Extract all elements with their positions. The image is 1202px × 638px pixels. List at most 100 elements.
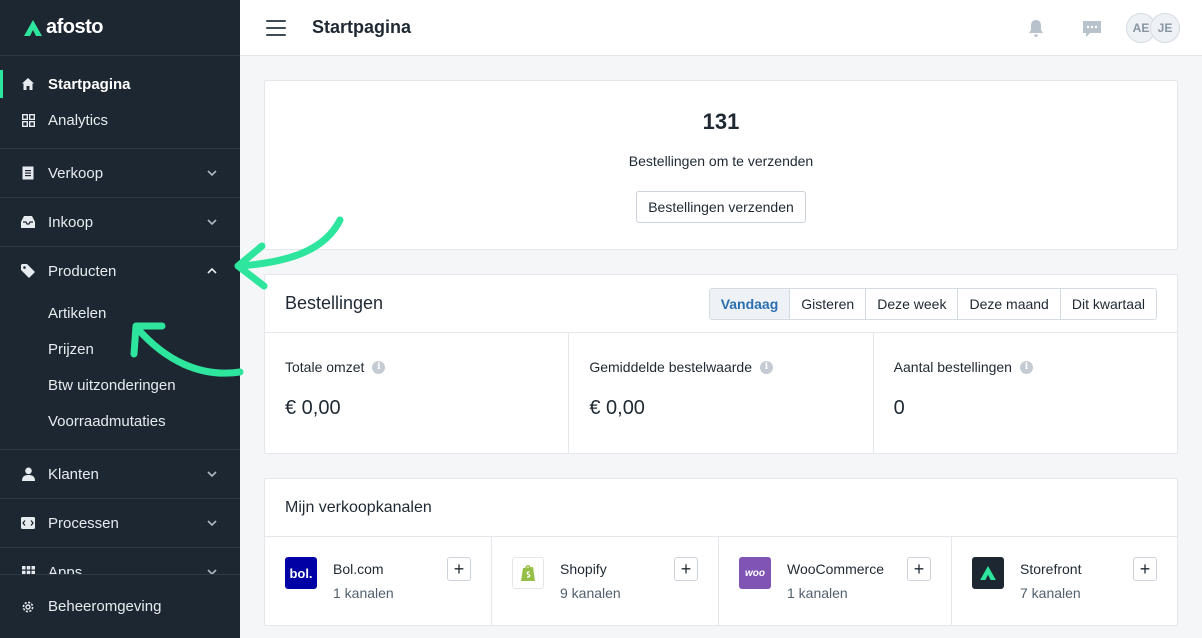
add-channel-button[interactable]: +: [907, 557, 931, 581]
stat-order-count: Aantal bestellingen i 0: [872, 333, 1177, 453]
sidebar-subitem-artikelen[interactable]: Artikelen: [0, 295, 240, 331]
stat-label: Aantal bestellingen: [893, 359, 1012, 375]
brand-name: afosto: [46, 16, 104, 38]
stat-label-row: Aantal bestellingen i: [894, 359, 1157, 375]
add-channel-button[interactable]: +: [447, 557, 471, 581]
stat-value: € 0,00: [589, 397, 645, 419]
sidebar-item-klanten[interactable]: Klanten: [0, 450, 240, 498]
sidebar-item-label: Processen: [48, 514, 119, 532]
sidebar-subitem-voorraadmutaties[interactable]: Voorraadmutaties: [0, 403, 240, 439]
channel-name: Storefront: [1020, 561, 1082, 577]
inbox-icon: [20, 214, 36, 230]
user-icon: [20, 466, 36, 482]
nav-group-verkoop: Verkoop: [0, 149, 240, 198]
sidebar: afosto Startpagina Analytics Verkoop Ink…: [0, 0, 240, 638]
channel-bol[interactable]: bol. Bol.com 1 kanalen +: [265, 537, 491, 625]
orders-card-header: Bestellingen Vandaag Gisteren Deze week …: [265, 275, 1177, 333]
stat-total-revenue: Totale omzet i € 0,00: [265, 333, 568, 453]
avatar[interactable]: JE: [1150, 13, 1180, 43]
nav-group-processen: Processen: [0, 499, 240, 548]
bol-logo: bol.: [285, 557, 317, 589]
sidebar-item-label: Beheeromgeving: [48, 598, 162, 615]
range-tab-deze-week[interactable]: Deze week: [865, 288, 958, 319]
grid-icon: [20, 112, 36, 128]
menu-icon[interactable]: [266, 19, 286, 36]
channel-name: WooCommerce: [787, 561, 884, 577]
sidebar-subitem-prijzen[interactable]: Prijzen: [0, 331, 240, 367]
nav-group-apps: Apps: [0, 548, 240, 574]
topbar-actions: AE JE: [1024, 0, 1180, 56]
orders-card: Bestellingen Vandaag Gisteren Deze week …: [264, 274, 1178, 454]
info-icon[interactable]: i: [759, 360, 773, 374]
sidebar-item-processen[interactable]: Processen: [0, 499, 240, 547]
document-icon: [20, 165, 36, 181]
apps-icon: [20, 564, 36, 574]
channel-storefront[interactable]: Storefront 7 kanalen +: [951, 537, 1177, 625]
channel-shopify[interactable]: Shopify 9 kanalen +: [491, 537, 718, 625]
stat-label-row: Gemiddelde bestelwaarde i: [589, 359, 852, 375]
tag-icon: [20, 263, 36, 279]
range-tab-dit-kwartaal[interactable]: Dit kwartaal: [1059, 288, 1156, 319]
sidebar-item-startpagina[interactable]: Startpagina: [0, 66, 240, 102]
channel-text: Shopify 9 kanalen: [560, 557, 621, 625]
orders-to-ship-count: 131: [702, 109, 740, 134]
page-title: Startpagina: [312, 17, 412, 37]
channel-name: Bol.com: [333, 561, 384, 577]
channel-count: 7 kanalen: [1020, 585, 1081, 601]
nav-group-primary: Startpagina Analytics: [0, 56, 240, 149]
brand-logo[interactable]: afosto: [24, 16, 104, 39]
chevron-down-icon: [207, 569, 217, 574]
nav-group-klanten: Klanten: [0, 450, 240, 499]
orders-to-ship-card: 131 Bestellingen om te verzenden Bestell…: [264, 80, 1178, 250]
afosto-logo-icon: [24, 19, 42, 36]
chevron-down-icon: [207, 170, 217, 177]
range-tab-gisteren[interactable]: Gisteren: [789, 288, 866, 319]
storefront-icon: [972, 557, 1004, 589]
channel-count: 1 kanalen: [787, 585, 848, 601]
sidebar-nav: Startpagina Analytics Verkoop Inkoop Pro…: [0, 56, 240, 574]
avatar-group: AE JE: [1126, 13, 1180, 43]
orders-title: Bestellingen: [285, 293, 384, 313]
channel-text: WooCommerce 1 kanalen: [787, 557, 884, 625]
sidebar-subitem-btw-uitzonderingen[interactable]: Btw uitzonderingen: [0, 367, 240, 403]
topbar: Startpagina AE JE: [240, 0, 1202, 56]
sidebar-item-verkoop[interactable]: Verkoop: [0, 149, 240, 197]
main-content: 131 Bestellingen om te verzenden Bestell…: [240, 56, 1202, 638]
chevron-down-icon: [207, 471, 217, 478]
sidebar-item-inkoop[interactable]: Inkoop: [0, 198, 240, 246]
sales-channels-card: Mijn verkoopkanalen bol. Bol.com 1 kanal…: [264, 478, 1178, 626]
channel-woocommerce[interactable]: woo WooCommerce 1 kanalen +: [718, 537, 951, 625]
sidebar-item-label: Producten: [48, 262, 117, 280]
chevron-up-icon: [207, 267, 217, 274]
stat-value: 0: [893, 397, 905, 419]
sidebar-item-label: Verkoop: [48, 164, 104, 182]
info-icon[interactable]: i: [1019, 360, 1033, 374]
info-icon[interactable]: i: [372, 360, 386, 374]
process-icon: [20, 515, 36, 531]
sidebar-item-producten[interactable]: Producten: [0, 247, 240, 295]
home-icon: [20, 76, 36, 92]
stat-value: € 0,00: [285, 397, 341, 419]
range-tab-vandaag[interactable]: Vandaag: [709, 288, 790, 319]
chevron-down-icon: [207, 520, 217, 527]
sidebar-item-apps[interactable]: Apps: [0, 548, 240, 574]
stat-label-row: Totale omzet i: [285, 359, 548, 375]
woocommerce-logo: woo: [739, 557, 771, 589]
chat-icon[interactable]: [1080, 16, 1104, 40]
order-stats: Totale omzet i € 0,00 Gemiddelde bestelw…: [265, 333, 1177, 453]
channel-count: 9 kanalen: [560, 585, 621, 601]
channel-text: Storefront 7 kanalen: [1020, 557, 1081, 625]
ship-orders-button[interactable]: Bestellingen verzenden: [636, 191, 806, 223]
gear-icon: [20, 599, 36, 615]
sidebar-item-label: Analytics: [48, 111, 109, 129]
add-channel-button[interactable]: +: [674, 557, 698, 581]
range-tab-deze-maand[interactable]: Deze maand: [957, 288, 1060, 319]
sidebar-item-analytics[interactable]: Analytics: [0, 102, 240, 138]
chevron-down-icon: [207, 219, 217, 226]
bell-icon[interactable]: [1024, 16, 1048, 40]
sidebar-item-label: Klanten: [48, 465, 99, 483]
channel-count: 1 kanalen: [333, 585, 394, 601]
add-channel-button[interactable]: +: [1133, 557, 1157, 581]
sidebar-item-beheeromgeving[interactable]: Beheeromgeving: [0, 574, 240, 638]
sidebar-item-label: Startpagina: [48, 75, 131, 93]
